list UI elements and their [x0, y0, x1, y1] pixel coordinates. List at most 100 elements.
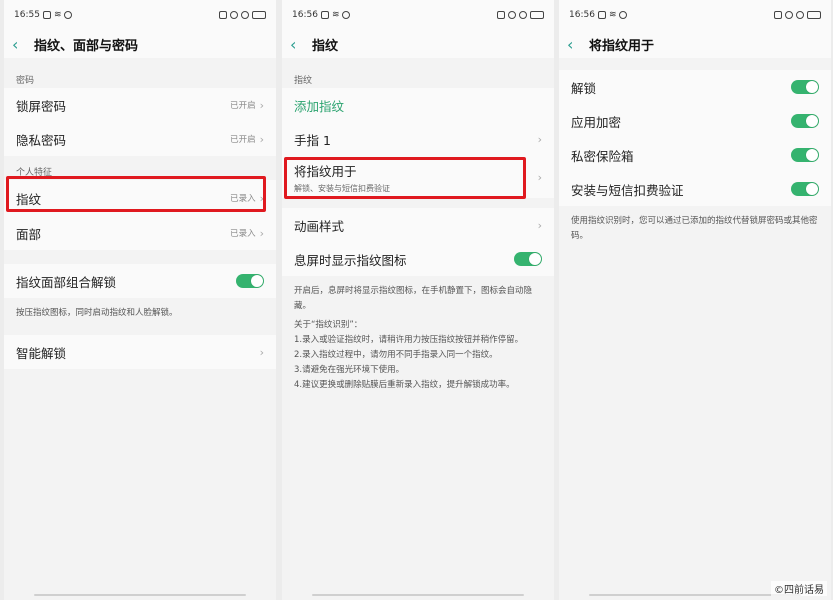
back-arrow-icon[interactable]: ‹ [290, 35, 312, 54]
use-fingerprint-description: 使用指纹识别时，您可以通过已添加的指纹代替锁屏密码或其他密码。 [571, 216, 818, 241]
row-label: 指纹面部组合解锁 [16, 274, 117, 290]
page-title: 将指纹用于 [589, 38, 655, 54]
home-indicator [34, 594, 246, 596]
status-bar: 16:55 ≋ [4, 0, 276, 30]
nav-bar: ‹ 指纹、面部与密码 [4, 30, 276, 58]
signal-icon [219, 11, 227, 19]
page-title: 指纹 [312, 38, 339, 54]
desc-line: 2.录入指纹过程中，请勿用不同手指录入同一个指纹。 [294, 350, 498, 360]
notification-icon [320, 11, 329, 19]
wifi-icon: ≋ [53, 10, 62, 20]
status-bar: 16:56 ≋ [559, 0, 831, 30]
row-label: 动画样式 [294, 218, 345, 234]
row-value: 已开启 [230, 135, 256, 145]
back-arrow-icon[interactable]: ‹ [12, 35, 34, 54]
chevron-right-icon: › [259, 345, 264, 359]
private-safe-toggle[interactable] [791, 148, 819, 162]
row-label: 手指 1 [294, 132, 331, 148]
sync-icon [619, 11, 628, 19]
unlock-toggle[interactable] [791, 80, 819, 94]
row-label: 将指纹用于 [294, 163, 357, 179]
section-label-password: 密码 [16, 76, 35, 86]
combo-unlock-toggle[interactable] [236, 274, 264, 288]
home-indicator [312, 594, 524, 596]
row-label: 安装与短信扣费验证 [571, 182, 684, 198]
phone-screen-face-password: 16:55 ≋ ‹ 指纹、面部与密码 密码 锁屏密码 已开启 › 隐私密码 已开启… [4, 0, 276, 600]
row-value: 已录入 [230, 194, 256, 204]
chevron-right-icon: › [259, 132, 264, 146]
battery-icon [252, 11, 266, 19]
chevron-right-icon: › [259, 98, 264, 112]
lock-screen-password-row[interactable]: 锁屏密码 已开启 › [4, 88, 276, 122]
chevron-right-icon: › [537, 170, 542, 184]
chevron-right-icon: › [537, 132, 542, 146]
app-encryption-row: 应用加密 [559, 104, 831, 138]
section-label-personal: 个人特征 [16, 168, 53, 178]
install-sms-verify-toggle[interactable] [791, 182, 819, 196]
fingerprint-description: 开启后，息屏时将显示指纹图标，在手机静置下，图标会自动隐藏。 关于“指纹识别”：… [282, 276, 554, 401]
smart-unlock-row[interactable]: 智能解锁 › [4, 335, 276, 369]
chevron-right-icon: › [259, 191, 264, 205]
install-sms-verify-row: 安装与短信扣费验证 [559, 172, 831, 206]
status-time: 16:56 [292, 10, 318, 20]
row-label: 隐私密码 [16, 132, 67, 148]
sync-icon [342, 11, 351, 19]
use-fingerprint-for-row[interactable]: 将指纹用于 解锁、安装与短信扣费验证 › [282, 156, 554, 198]
desc-line: 开启后，息屏时将显示指纹图标，在手机静置下，图标会自动隐藏。 [294, 286, 533, 311]
screen-off-icon-toggle[interactable] [514, 252, 542, 266]
status-time: 16:56 [569, 10, 595, 20]
row-value: 已录入 [230, 229, 256, 239]
home-indicator [589, 594, 801, 596]
phone-screen-fingerprint: 16:56 ≋ ‹ 指纹 指纹 添加指纹 手指 1 › 将指纹用于 解锁、安装与… [282, 0, 554, 600]
back-arrow-icon[interactable]: ‹ [567, 35, 589, 54]
nav-bar: ‹ 指纹 [282, 30, 554, 58]
nav-bar: ‹ 将指纹用于 [559, 30, 831, 58]
section-label-fingerprint: 指纹 [294, 76, 313, 86]
chevron-right-icon: › [537, 218, 542, 232]
screen-off-icon-row: 息屏时显示指纹图标 [282, 242, 554, 276]
private-password-row[interactable]: 隐私密码 已开启 › [4, 122, 276, 156]
desc-line: 关于“指纹识别”： [294, 320, 363, 330]
add-fingerprint-row[interactable]: 添加指纹 [282, 88, 554, 122]
row-label: 面部 [16, 226, 42, 242]
face-row[interactable]: 面部 已录入 › [4, 216, 276, 250]
signal-icon [774, 11, 782, 19]
unlock-row: 解锁 [559, 70, 831, 104]
row-value: 已开启 [230, 101, 256, 111]
alarm-icon [519, 11, 527, 19]
wifi-icon: ≋ [331, 10, 340, 20]
battery-icon [530, 11, 544, 19]
phone-screen-use-fingerprint-for: 16:56 ≋ ‹ 将指纹用于 解锁 应用加密 私密保险箱 安装与短信扣费验证 … [559, 0, 831, 600]
row-label: 息屏时显示指纹图标 [294, 252, 407, 268]
private-safe-row: 私密保险箱 [559, 138, 831, 172]
combo-unlock-row: 指纹面部组合解锁 [4, 264, 276, 298]
desc-line: 1.录入或验证指纹时，请稍许用力按压指纹按钮并稍作停留。 [294, 335, 524, 345]
status-time: 16:55 [14, 10, 40, 20]
fingerprint-row[interactable]: 指纹 已录入 › [4, 180, 276, 216]
wifi-icon: ≋ [608, 10, 617, 20]
location-icon [785, 11, 793, 19]
combo-unlock-description: 按压指纹图标，同时启动指纹和人脸解锁。 [16, 308, 178, 318]
row-label: 指纹 [16, 191, 42, 207]
row-label: 应用加密 [571, 114, 622, 130]
page-title: 指纹、面部与密码 [34, 38, 139, 54]
alarm-icon [241, 11, 249, 19]
notification-icon [597, 11, 606, 19]
alarm-icon [796, 11, 804, 19]
signal-icon [497, 11, 505, 19]
location-icon [508, 11, 516, 19]
notification-icon [42, 11, 51, 19]
row-label: 智能解锁 [16, 345, 67, 361]
finger-1-row[interactable]: 手指 1 › [282, 122, 554, 156]
add-fingerprint-label: 添加指纹 [294, 98, 345, 114]
app-encryption-toggle[interactable] [791, 114, 819, 128]
row-label: 锁屏密码 [16, 98, 67, 114]
row-label: 私密保险箱 [571, 148, 634, 164]
chevron-right-icon: › [259, 226, 264, 240]
animation-style-row[interactable]: 动画样式 › [282, 208, 554, 242]
desc-line: 4.建议更换或删除贴膜后重新录入指纹，提升解锁成功率。 [294, 380, 515, 390]
location-icon [230, 11, 238, 19]
row-sublabel: 解锁、安装与短信扣费验证 [294, 183, 390, 193]
status-bar: 16:56 ≋ [282, 0, 554, 30]
battery-icon [807, 11, 821, 19]
